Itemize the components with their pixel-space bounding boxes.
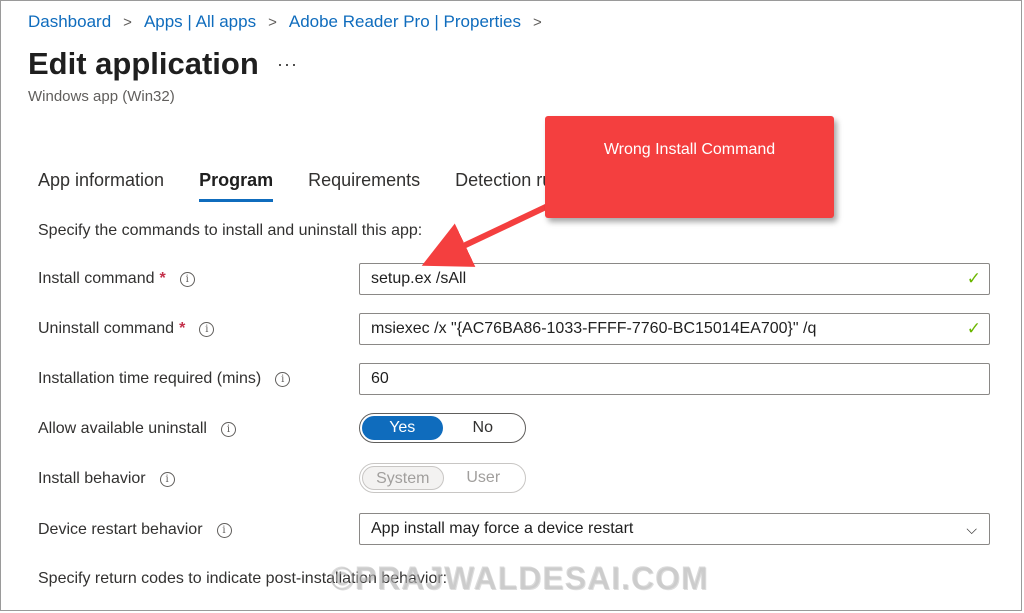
install-command-label: Install command * i [38, 270, 195, 288]
install-behavior-toggle: System User [359, 463, 526, 493]
install-time-label: Installation time required (mins) i [38, 370, 291, 388]
watermark: ©PRAJWALDESAI.COM [330, 560, 709, 596]
uninstall-command-value: msiexec /x "{AC76BA86-1033-FFFF-7760-BC1… [371, 320, 817, 337]
required-marker: * [159, 270, 166, 287]
uninstall-command-input[interactable]: msiexec /x "{AC76BA86-1033-FFFF-7760-BC1… [359, 313, 990, 345]
info-icon[interactable]: i [220, 421, 236, 437]
info-icon[interactable]: i [159, 471, 175, 487]
allow-uninstall-yes[interactable]: Yes [362, 416, 443, 440]
annotation-callout: Wrong Install Command [545, 116, 834, 218]
check-icon: ✓ [966, 269, 981, 288]
restart-behavior-label: Device restart behavior i [38, 521, 232, 539]
tab-program[interactable]: Program [199, 170, 274, 202]
check-icon: ✓ [966, 319, 981, 338]
allow-uninstall-no[interactable]: No [443, 416, 524, 440]
install-time-input[interactable]: 60 [359, 363, 990, 395]
chevron-down-icon: ⌵ [966, 521, 977, 537]
install-behavior-label-text: Install behavior [38, 470, 146, 487]
restart-behavior-value: App install may force a device restart [371, 520, 634, 537]
page-title: Edit application [28, 46, 259, 81]
install-behavior-system: System [362, 466, 444, 490]
page-subtitle: Windows app (Win32) [28, 88, 175, 105]
uninstall-command-label-text: Uninstall command [38, 320, 175, 337]
annotation-callout-text: Wrong Install Command [603, 141, 776, 158]
info-icon[interactable]: i [199, 321, 215, 337]
tab-requirements[interactable]: Requirements [308, 170, 420, 202]
install-command-input[interactable]: setup.ex /sAll ✓ [359, 263, 990, 295]
uninstall-command-label: Uninstall command * i [38, 320, 215, 338]
info-icon[interactable]: i [275, 371, 291, 387]
breadcrumb-dashboard[interactable]: Dashboard [28, 12, 111, 32]
more-options-icon[interactable]: ··· [277, 54, 298, 75]
install-command-label-text: Install command [38, 270, 155, 287]
breadcrumb-app-properties[interactable]: Adobe Reader Pro | Properties [289, 12, 521, 32]
restart-behavior-label-text: Device restart behavior [38, 521, 203, 538]
install-behavior-user: User [466, 469, 501, 486]
info-icon[interactable]: i [179, 271, 195, 287]
tab-detection-rules[interactable]: Detection ru [455, 170, 552, 202]
restart-behavior-dropdown[interactable]: App install may force a device restart ⌵ [359, 513, 990, 545]
install-time-value: 60 [371, 370, 389, 387]
install-command-value: setup.ex /sAll [371, 270, 467, 287]
chevron-right-icon: > [268, 13, 277, 31]
chevron-right-icon: > [533, 13, 542, 31]
commands-intro: Specify the commands to install and unin… [38, 222, 423, 239]
info-icon[interactable]: i [216, 522, 232, 538]
allow-uninstall-toggle[interactable]: Yes No [359, 413, 526, 443]
allow-uninstall-label: Allow available uninstall i [38, 420, 236, 438]
install-behavior-label: Install behavior i [38, 470, 175, 488]
tab-bar: App information Program Requirements Det… [38, 170, 587, 202]
breadcrumb-apps[interactable]: Apps | All apps [144, 12, 256, 32]
required-marker: * [179, 320, 186, 337]
chevron-right-icon: > [123, 13, 132, 31]
breadcrumb: Dashboard > Apps | All apps > Adobe Read… [28, 12, 554, 32]
tab-app-information[interactable]: App information [38, 170, 164, 202]
install-time-label-text: Installation time required (mins) [38, 370, 262, 387]
allow-uninstall-label-text: Allow available uninstall [38, 420, 207, 437]
